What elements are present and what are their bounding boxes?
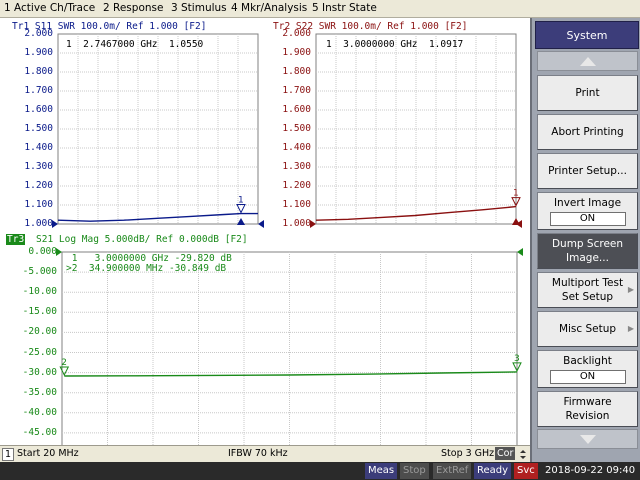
reference-right-arrow-icon [517, 248, 523, 256]
backlight-value: ON [549, 370, 626, 384]
stimulus-marker-icon [512, 218, 520, 225]
ifbw-value[interactable]: IFBW 70 kHz [228, 448, 288, 459]
extref-indicator: ExtRef [433, 463, 472, 479]
instrument-status-bar: Meas Stop ExtRef Ready Svc 2018-09-22 09… [0, 462, 640, 480]
marker-number-label: 2 [61, 358, 67, 368]
stimulus-marker-icon [237, 218, 245, 225]
marker-number-label: 1 [238, 196, 244, 206]
multiport-test-set-setup-button[interactable]: Multiport Test Set Setup ▶ [537, 272, 638, 308]
menu-active-ch-trace[interactable]: 1 Active Ch/Trace [4, 2, 95, 14]
multiport-test-set-setup-label: Multiport Test Set Setup [551, 277, 624, 303]
trace2-panel[interactable]: Tr2 S22 SWR 100.0m/ Ref 1.000 [F2] 2.000… [265, 18, 530, 233]
invert-image-button[interactable]: Invert Image ON [537, 192, 638, 230]
firmware-revision-button[interactable]: Firmware Revision [537, 391, 638, 427]
scroll-down-button[interactable] [537, 429, 638, 449]
printer-setup-label: Printer Setup... [548, 165, 627, 177]
softkey-menu-title: System [535, 21, 639, 49]
backlight-label: Backlight [563, 355, 612, 367]
chart-area[interactable]: Tr1 S11 SWR 100.0m/ Ref 1.000 [F2] 2.000… [0, 18, 530, 458]
abort-printing-button[interactable]: Abort Printing [537, 114, 638, 150]
softkey-panel: System Print Abort Printing Printer Setu… [530, 18, 640, 462]
stop-frequency[interactable]: Stop 3 GHz [441, 448, 494, 459]
triangle-down-icon [579, 434, 596, 444]
abort-printing-label: Abort Printing [551, 126, 624, 138]
svc-indicator: Svc [514, 463, 538, 479]
trace1-plot[interactable]: 1 [0, 18, 265, 233]
dump-screen-image-button[interactable]: Dump Screen Image... [537, 233, 638, 269]
marker-number-label: 1 [513, 189, 519, 199]
printer-setup-button[interactable]: Printer Setup... [537, 153, 638, 189]
ready-indicator: Ready [474, 463, 512, 479]
misc-setup-button[interactable]: Misc Setup ▶ [537, 311, 638, 347]
menu-response[interactable]: 2 Response [103, 2, 163, 14]
status-bar: 1 Start 20 MHz IFBW 70 kHz Stop 3 GHz Co… [0, 445, 530, 462]
start-frequency[interactable]: Start 20 MHz [17, 448, 79, 459]
reference-left-arrow-icon [52, 220, 58, 228]
meas-indicator: Meas [365, 463, 398, 479]
submenu-arrow-icon: ▶ [627, 285, 634, 294]
channel-indicator[interactable]: 1 [2, 448, 15, 461]
date-time: 2018-09-22 09:40 [545, 465, 636, 476]
menu-mkr-analysis[interactable]: 4 Mkr/Analysis [231, 2, 307, 14]
dump-screen-image-label: Dump Screen Image... [551, 238, 624, 264]
stop-indicator: Stop [400, 463, 429, 479]
marker-triangle-icon [59, 366, 70, 377]
reference-left-arrow-icon [56, 248, 62, 256]
backlight-button[interactable]: Backlight ON [537, 350, 638, 388]
reference-left-arrow-icon [310, 220, 316, 228]
trace1-panel[interactable]: Tr1 S11 SWR 100.0m/ Ref 1.000 [F2] 2.000… [0, 18, 265, 233]
vertical-scroll-arrows-icon [520, 450, 526, 459]
cor-badge: Cor [495, 447, 516, 460]
scroll-up-button[interactable] [537, 51, 638, 71]
triangle-up-icon [579, 56, 596, 66]
print-button[interactable]: Print [537, 75, 638, 111]
misc-setup-label: Misc Setup [558, 323, 617, 335]
trace2-plot[interactable]: 1 [265, 18, 530, 233]
print-label: Print [575, 87, 600, 99]
trace1-marker-readout: 1 2.7467000 GHz 1.0550 [66, 39, 204, 50]
invert-image-value: ON [549, 212, 626, 226]
submenu-arrow-icon: ▶ [627, 324, 634, 333]
trace2-marker-readout: 1 3.0000000 GHz 1.0917 [326, 39, 464, 50]
menu-instr-state[interactable]: 5 Instr State [312, 2, 377, 14]
firmware-revision-label: Firmware Revision [563, 396, 612, 422]
menu-bar: 1 Active Ch/Trace 2 Response 3 Stimulus … [0, 0, 640, 18]
trace3-marker-readout-2: >2 34.900000 MHz -30.849 dB [66, 263, 227, 274]
menu-stimulus[interactable]: 3 Stimulus [171, 2, 227, 14]
invert-image-label: Invert Image [553, 197, 622, 209]
marker-number-label: 3 [514, 354, 520, 364]
trace3-panel[interactable]: Tr3 S21 Log Mag 5.000dB/ Ref 0.000dB [F2… [0, 233, 530, 458]
